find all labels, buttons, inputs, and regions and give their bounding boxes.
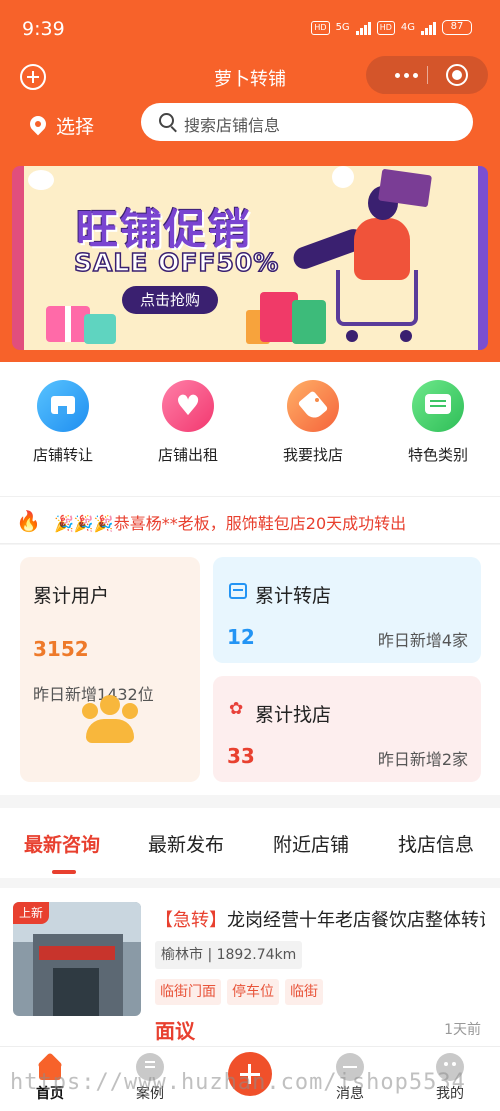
- hd-badge-2: HD: [376, 20, 395, 35]
- listing-tags: 临街门面 停车位 临街: [155, 979, 323, 1005]
- hd-badge: HD: [311, 20, 330, 35]
- status-bar: 9:39 HD 5G HD 4G 87: [0, 0, 500, 56]
- stat-card-transfer: 累计转店 12 昨日新增4家: [213, 557, 481, 663]
- menu-item-label: 我要找店: [282, 446, 343, 464]
- listing-tag: 临街门面: [155, 979, 221, 1005]
- quick-menu: 店铺转让 店铺出租 我要找店 特色类别: [0, 362, 500, 496]
- listing-card[interactable]: 上新 【急转】龙岗经营十年老店餐饮店整体转让 榆林市 | 1892.74km 临…: [0, 888, 500, 1046]
- store-small-icon: [229, 583, 247, 599]
- urgent-tag: 【急转】: [155, 910, 227, 931]
- signal-icon: [355, 21, 371, 35]
- cart-wheel: [400, 330, 412, 342]
- coin-deco-icon: [332, 166, 354, 188]
- menu-item-label: 店铺转让: [32, 446, 93, 464]
- location-pin-icon: [30, 116, 46, 136]
- flower-icon: ✿: [229, 699, 244, 719]
- menu-item-label: 店铺出租: [157, 446, 218, 464]
- menu-item-label: 特色类别: [407, 446, 468, 464]
- stat-card-users: 累计用户 3152 昨日新增1432位: [20, 557, 200, 782]
- stat-title: 累计转店: [255, 585, 332, 607]
- notice-text: 🎉🎉🎉恭喜杨**老板，服饰鞋包店20天成功转出: [54, 514, 407, 533]
- menu-item-category[interactable]: 特色类别: [383, 380, 493, 465]
- watermark-text: https://www.huzhan.com/ishop5534: [10, 1070, 466, 1095]
- search-input[interactable]: 搜索店铺信息: [141, 103, 473, 141]
- menu-item-find[interactable]: 我要找店: [258, 380, 368, 465]
- battery-icon: 87: [442, 20, 472, 35]
- location-selector[interactable]: 选择: [30, 112, 94, 139]
- menu-item-transfer[interactable]: 店铺转让: [8, 380, 118, 465]
- close-target-icon[interactable]: [446, 64, 468, 86]
- tab-find-shop[interactable]: 找店信息: [398, 830, 474, 857]
- more-icon[interactable]: [384, 56, 428, 94]
- tab-latest-publish[interactable]: 最新发布: [148, 830, 224, 857]
- new-badge: 上新: [13, 902, 49, 924]
- shopping-bag-illustration-2: [292, 300, 326, 344]
- banner-cta-button[interactable]: 点击抢购: [122, 286, 218, 314]
- fire-icon: 🔥: [16, 509, 41, 533]
- content-tabs: 最新咨询 最新发布 附近店铺 找店信息: [0, 808, 500, 878]
- store-icon: [37, 380, 89, 432]
- users-icon: [82, 695, 138, 745]
- cart-deco-icon: [28, 170, 54, 190]
- stat-sub: 昨日新增4家: [377, 631, 468, 650]
- stat-title: 累计找店: [255, 704, 332, 726]
- stat-card-find: ✿ 累计找店 33 昨日新增2家: [213, 676, 481, 782]
- capsule-divider: [427, 66, 428, 84]
- tag-icon: [287, 380, 339, 432]
- search-placeholder: 搜索店铺信息: [184, 116, 281, 135]
- shopping-cart-illustration: [336, 270, 418, 326]
- listing-tag: 停车位: [227, 979, 279, 1005]
- promo-banner[interactable]: 旺铺促销 SALE OFF50% 点击抢购: [12, 166, 488, 350]
- held-box-illustration: [378, 168, 432, 208]
- listing-title: 【急转】龙岗经营十年老店餐饮店整体转让: [155, 906, 485, 932]
- status-time: 9:39: [22, 18, 65, 40]
- location-label: 选择: [56, 116, 95, 138]
- tab-nearby-shops[interactable]: 附近店铺: [273, 830, 349, 857]
- tab-active-indicator: [52, 870, 76, 874]
- stat-count: 3152: [33, 637, 89, 661]
- listing-title-text: 龙岗经营十年老店餐饮店整体转让: [227, 910, 485, 931]
- stats-section: 累计用户 3152 昨日新增1432位 累计转店 12 昨日新增4家 ✿ 累计找…: [0, 545, 500, 795]
- search-icon: [159, 113, 174, 128]
- notice-bar[interactable]: 🔥 🎉🎉🎉恭喜杨**老板，服饰鞋包店20天成功转出: [0, 496, 500, 544]
- banner-subtitle: SALE OFF50%: [73, 247, 280, 278]
- heart-icon: [162, 380, 214, 432]
- listing-location: 榆林市 | 1892.74km: [155, 941, 303, 969]
- tab-latest-consult[interactable]: 最新咨询: [24, 830, 100, 857]
- menu-item-rent[interactable]: 店铺出租: [133, 380, 243, 465]
- app-screen: 9:39 HD 5G HD 4G 87 萝卜转铺 选择 搜索店铺信息 旺铺促销 …: [0, 0, 500, 1111]
- cart-wheel: [346, 330, 358, 342]
- chat-icon: [412, 380, 464, 432]
- stat-sub: 昨日新增2家: [377, 750, 468, 769]
- stat-count: 33: [227, 744, 255, 768]
- listing-tag: 临街: [285, 979, 323, 1005]
- listing-price: 面议: [155, 1019, 195, 1043]
- network-4g: 4G: [400, 22, 415, 33]
- signal-icon-2: [421, 21, 436, 35]
- listing-time: 1天前: [444, 1022, 481, 1038]
- stat-title: 累计用户: [33, 585, 110, 607]
- network-5g: 5G: [335, 22, 350, 33]
- navbar: 萝卜转铺: [0, 56, 500, 96]
- miniprogram-capsule: [366, 56, 488, 94]
- status-icons: HD 5G HD 4G 87: [311, 20, 472, 35]
- stat-count: 12: [227, 625, 255, 649]
- gift-box-illustration-2: [84, 314, 116, 344]
